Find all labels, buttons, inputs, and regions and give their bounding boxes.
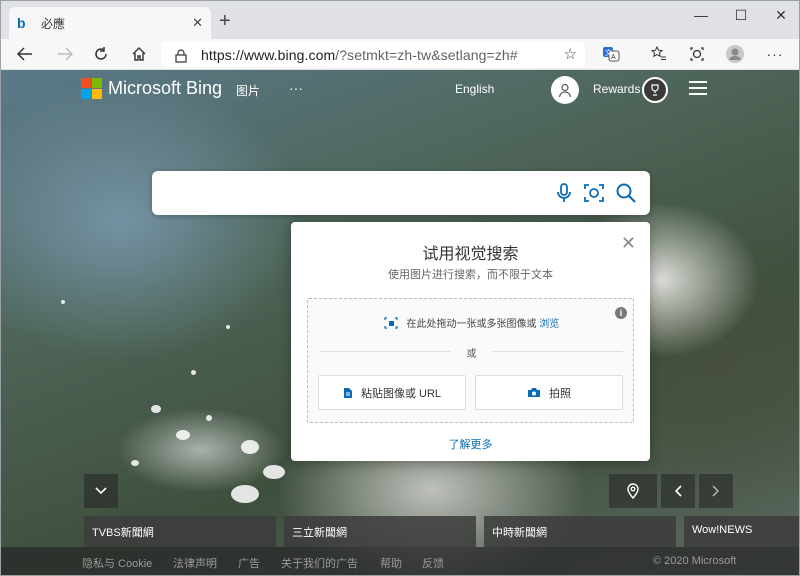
snow-fleck: [191, 370, 196, 375]
tab-title: 必應: [41, 16, 66, 31]
footer-link-ads[interactable]: 广告: [238, 555, 260, 571]
nav-images-link[interactable]: 图片: [236, 82, 260, 99]
tab-close-icon[interactable]: ✕: [192, 15, 203, 31]
footer-link-help[interactable]: 帮助: [380, 555, 402, 571]
camera-icon: [528, 388, 540, 397]
visual-search-camera-icon[interactable]: [582, 181, 606, 205]
chevron-left-icon: [674, 485, 682, 497]
snow-fleck: [131, 460, 139, 466]
footer-link-feedback[interactable]: 反馈: [422, 555, 444, 571]
take-photo-button[interactable]: 拍照: [475, 375, 623, 410]
translate-icon[interactable]: 文A: [599, 43, 623, 65]
drag-instruction: 在此处拖动一张或多张图像或 浏览: [308, 315, 635, 330]
search-icon[interactable]: [614, 181, 638, 205]
refresh-icon[interactable]: [89, 43, 113, 65]
microsoft-logo-icon: [81, 78, 102, 99]
camera-button-label: 拍照: [549, 387, 571, 400]
sign-in-avatar[interactable]: [551, 76, 579, 104]
footer-copyright: © 2020 Microsoft: [653, 555, 737, 567]
favorite-star-icon[interactable]: ☆: [564, 45, 577, 63]
url-host: https://www.bing.com: [201, 46, 336, 63]
back-icon[interactable]: [13, 43, 37, 65]
snow-fleck: [226, 325, 230, 329]
divider-right: [493, 351, 623, 352]
svg-text:A: A: [611, 54, 616, 61]
paste-button-label: 粘贴图像或 URL: [360, 387, 442, 400]
popup-title: 试用视觉搜索: [422, 246, 519, 263]
favorites-list-icon[interactable]: [647, 43, 671, 65]
snow-fleck: [151, 405, 161, 413]
footer-link-legal[interactable]: 法律声明: [173, 555, 217, 571]
paste-image-url-button[interactable]: 粘贴图像或 URL: [318, 375, 466, 410]
bing-homepage: Microsoft Bing 图片 ··· English Rewards 试用…: [1, 70, 799, 575]
forward-icon[interactable]: [53, 43, 77, 65]
news-item[interactable]: Wow!NEWS: [684, 516, 799, 547]
bing-favicon-icon: b: [17, 15, 26, 31]
url-path: /?setmkt=zh-tw&setlang=zh#: [335, 46, 518, 63]
news-strip: TVBS新聞網 三立新聞網 中時新聞網 Wow!NEWS: [84, 516, 799, 547]
visual-search-popup: 试用视觉搜索 使用图片进行搜索，而不限于文本 ✕ i 在此处拖动一张或多张图像或…: [291, 222, 650, 461]
address-bar[interactable]: https://www.bing.com/?setmkt=zh-tw&setla…: [161, 42, 585, 67]
tab-bing[interactable]: b 必應 ✕: [9, 7, 211, 39]
news-item[interactable]: TVBS新聞網: [84, 516, 276, 547]
microphone-icon[interactable]: [552, 181, 576, 205]
logo-square-yellow: [92, 89, 102, 99]
chevron-right-icon: [712, 485, 720, 497]
browse-link[interactable]: 浏览: [539, 319, 559, 330]
logo-square-red: [81, 78, 91, 88]
hamburger-menu-icon[interactable]: [689, 81, 707, 95]
image-drop-zone[interactable]: i 在此处拖动一张或多张图像或 浏览 或 粘贴图像或 URL 拍照: [307, 298, 634, 423]
rewards-link[interactable]: Rewards: [593, 82, 640, 96]
news-item[interactable]: 三立新聞網: [284, 516, 476, 547]
browser-window: b 必應 ✕ + — ☐ ✕ https://www.bing.com/?set…: [0, 0, 800, 576]
page-footer: 隐私与 Cookie 法律声明 广告 关于我们的广告 帮助 反馈 © 2020 …: [1, 547, 799, 575]
url-text[interactable]: https://www.bing.com/?setmkt=zh-tw&setla…: [201, 47, 518, 63]
user-icon: [558, 83, 572, 98]
collections-icon[interactable]: [685, 43, 709, 65]
lock-icon[interactable]: [175, 48, 187, 63]
more-menu-icon[interactable]: ···: [763, 43, 787, 65]
expand-news-button[interactable]: [84, 474, 118, 508]
logo-square-green: [92, 78, 102, 88]
snow-fleck: [241, 440, 259, 454]
profile-avatar-icon[interactable]: [723, 43, 747, 65]
drag-text: 在此处拖动一张或多张图像或: [406, 319, 537, 330]
snow-fleck: [263, 465, 285, 479]
location-button[interactable]: [609, 474, 657, 508]
news-item[interactable]: 中時新聞網: [484, 516, 676, 547]
footer-link-about-ads[interactable]: 关于我们的广告: [281, 555, 358, 571]
previous-image-button[interactable]: [661, 474, 695, 508]
maximize-button[interactable]: ☐: [721, 5, 761, 25]
learn-more-link[interactable]: 了解更多: [291, 436, 650, 452]
snow-fleck: [176, 430, 190, 440]
chevron-down-icon: [95, 487, 107, 495]
close-window-button[interactable]: ✕: [761, 5, 799, 25]
location-pin-icon: [627, 483, 639, 499]
drag-image-icon: [384, 317, 398, 329]
logo-square-blue: [81, 89, 91, 99]
snow-fleck: [231, 485, 259, 503]
language-link[interactable]: English: [455, 82, 494, 96]
tab-strip: b 必應 ✕ + — ☐ ✕: [1, 1, 799, 39]
new-tab-button[interactable]: +: [219, 11, 231, 31]
next-image-button[interactable]: [699, 474, 733, 508]
popup-subtitle: 使用图片进行搜索，而不限于文本: [388, 269, 553, 281]
snow-fleck: [206, 415, 212, 421]
rewards-trophy-icon[interactable]: [642, 77, 668, 103]
microsoft-bing-logo[interactable]: Microsoft Bing: [81, 78, 222, 99]
snow-fleck: [61, 300, 65, 304]
minimize-button[interactable]: —: [681, 5, 721, 25]
home-icon[interactable]: [127, 43, 151, 65]
brand-name: Microsoft Bing: [108, 78, 223, 98]
browser-toolbar: https://www.bing.com/?setmkt=zh-tw&setla…: [1, 39, 799, 70]
or-label: 或: [466, 349, 477, 360]
footer-link-privacy[interactable]: 隐私与 Cookie: [82, 555, 152, 571]
document-icon: [343, 387, 352, 398]
popup-close-icon[interactable]: ✕: [621, 234, 636, 252]
search-box[interactable]: [152, 171, 650, 215]
nav-more-link[interactable]: ···: [289, 80, 303, 96]
